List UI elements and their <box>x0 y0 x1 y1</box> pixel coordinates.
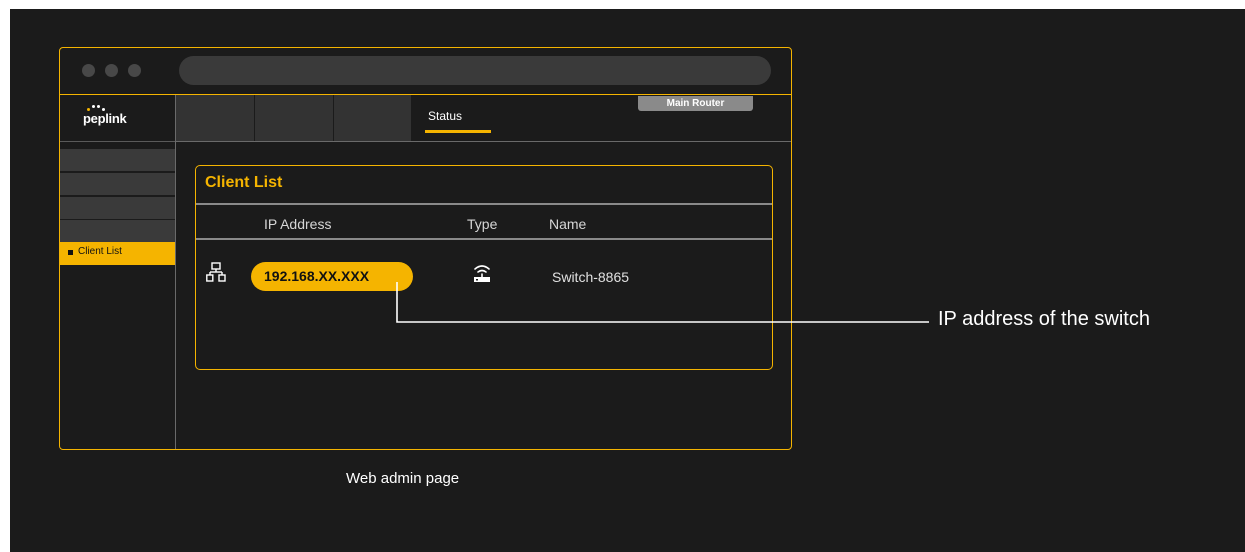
tab-3[interactable] <box>334 95 412 141</box>
network-icon <box>206 262 226 282</box>
sidebar-item-1[interactable] <box>60 149 175 171</box>
divider <box>196 238 772 240</box>
top-navigation: Status Main Router <box>176 95 791 142</box>
brand-name: peplink <box>83 111 127 126</box>
sidebar-item-client-list[interactable]: Client List <box>60 242 175 265</box>
column-header-name[interactable]: Name <box>549 216 586 232</box>
sidebar: peplink Client List <box>60 95 176 449</box>
browser-window: peplink Client List Status Main Router C… <box>59 47 792 450</box>
window-dot-close[interactable] <box>82 64 95 77</box>
ip-address-value[interactable]: 192.168.XX.XXX <box>251 262 413 291</box>
window-dot-minimize[interactable] <box>105 64 118 77</box>
sidebar-item-2[interactable] <box>60 173 175 195</box>
divider <box>196 203 772 205</box>
sidebar-item-4[interactable] <box>60 220 175 242</box>
client-list-panel: Client List IP Address Type Name 192.168… <box>195 165 773 370</box>
tab-2[interactable] <box>255 95 334 141</box>
bullet-icon <box>68 250 73 255</box>
figure-caption: Web admin page <box>346 470 460 487</box>
client-name: Switch-8865 <box>552 269 630 285</box>
device-badge[interactable]: Main Router <box>638 96 753 111</box>
brand-logo: peplink <box>60 95 175 142</box>
browser-titlebar <box>60 48 791 95</box>
window-dot-maximize[interactable] <box>128 64 141 77</box>
column-header-type[interactable]: Type <box>467 216 497 232</box>
router-icon <box>474 265 490 282</box>
active-tab-indicator <box>425 130 491 133</box>
sidebar-item-3[interactable] <box>60 197 175 219</box>
tab-1[interactable] <box>176 95 255 141</box>
column-header-ip[interactable]: IP Address <box>264 216 331 232</box>
panel-title: Client List <box>205 174 283 191</box>
callout-label: IP address of the switch <box>938 308 1150 330</box>
sidebar-item-label: Client List <box>78 246 122 257</box>
tab-status[interactable]: Status <box>428 109 462 123</box>
address-bar[interactable] <box>179 56 771 85</box>
